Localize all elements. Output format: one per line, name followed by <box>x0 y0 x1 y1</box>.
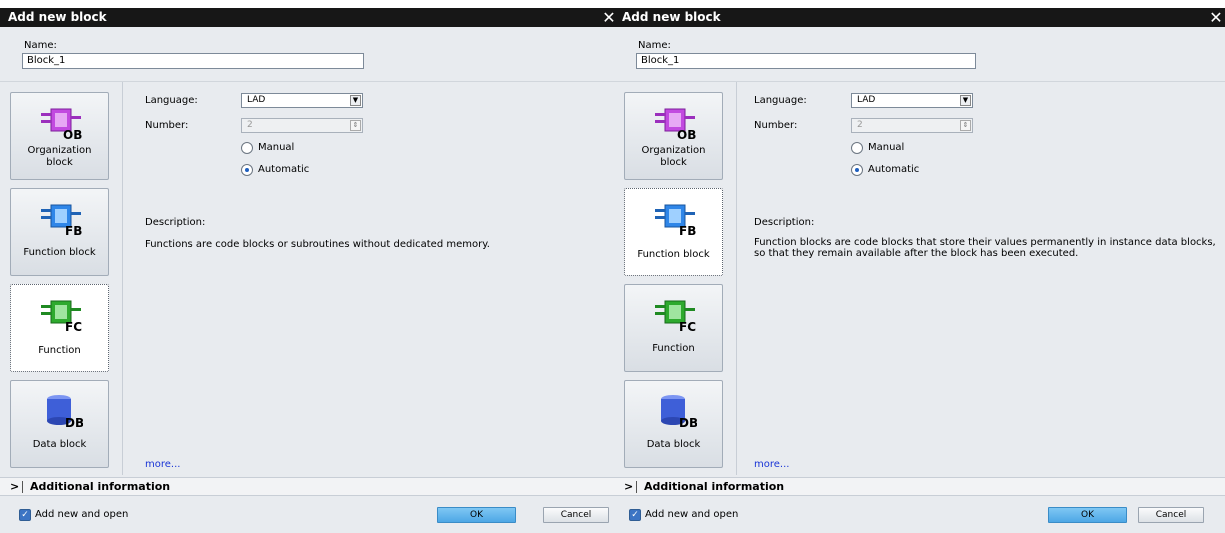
dialog-title-bar: Add new block <box>614 8 1225 27</box>
dialog-footer: ✓ Add new and open OK Cancel <box>614 496 1225 533</box>
additional-information-label: Additional information <box>644 480 785 493</box>
function-block-button[interactable]: FB Function block <box>10 188 109 276</box>
language-label: Language: <box>754 95 807 106</box>
db-icon: DB <box>47 395 83 429</box>
dialog-title: Add new block <box>8 10 107 24</box>
description-text-line2: so that they remain available after the … <box>754 248 1079 259</box>
automatic-radio[interactable] <box>851 164 863 176</box>
name-input[interactable]: Block_1 <box>636 53 976 69</box>
function-label: Function <box>38 345 81 356</box>
name-input[interactable]: Block_1 <box>22 53 364 69</box>
ok-button[interactable]: OK <box>1048 507 1127 523</box>
manual-label: Manual <box>258 142 295 153</box>
name-label: Name: <box>24 40 57 51</box>
manual-radio[interactable] <box>241 142 253 154</box>
db-icon: DB <box>661 395 697 429</box>
ob-icon: OB <box>41 108 82 141</box>
add-new-and-open-checkbox[interactable]: ✓ <box>19 509 31 521</box>
language-value: LAD <box>247 95 266 105</box>
number-value: 2 <box>857 120 863 130</box>
organization-block-label: Organization block <box>641 145 706 168</box>
function-button[interactable]: FC Function <box>10 284 109 372</box>
svg-text:DB: DB <box>65 416 83 429</box>
description-label: Description: <box>754 217 815 228</box>
organization-block-button[interactable]: OB Organization block <box>10 92 109 180</box>
divider <box>636 481 637 493</box>
function-block-label: Function block <box>637 249 710 260</box>
svg-text:OB: OB <box>677 128 696 141</box>
language-label: Language: <box>145 95 198 106</box>
ob-icon: OB <box>655 108 696 141</box>
spinner-icon: ⇕ <box>960 120 971 131</box>
automatic-radio[interactable] <box>241 164 253 176</box>
close-icon[interactable]: ✕ <box>600 8 614 27</box>
name-label: Name: <box>638 40 671 51</box>
data-block-label: Data block <box>32 439 87 450</box>
automatic-label: Automatic <box>868 164 920 175</box>
additional-information-bar[interactable]: > Additional information <box>0 477 614 496</box>
number-label: Number: <box>754 120 798 131</box>
svg-text:FB: FB <box>65 224 82 237</box>
more-link[interactable]: more... <box>754 459 789 470</box>
panel-divider <box>122 82 123 475</box>
number-field: 2 ⇕ <box>241 118 363 133</box>
organization-block-button[interactable]: OB Organization block <box>624 92 723 180</box>
additional-information-bar[interactable]: > Additional information <box>614 477 1225 496</box>
description-text: Functions are code blocks or subroutines… <box>145 239 490 250</box>
function-block-label: Function block <box>23 247 96 258</box>
manual-label: Manual <box>868 142 905 153</box>
cancel-button[interactable]: Cancel <box>543 507 609 523</box>
function-label: Function <box>652 343 695 354</box>
automatic-label: Automatic <box>258 164 310 175</box>
language-select[interactable]: LAD ▼ <box>851 93 973 108</box>
fc-icon: FC <box>655 300 696 333</box>
name-section: Name: Block_1 <box>614 27 1225 82</box>
svg-text:FB: FB <box>679 224 696 237</box>
fc-icon: FC <box>41 300 82 333</box>
dialog-title-bar: Add new block <box>0 8 614 27</box>
add-new-and-open-label: Add new and open <box>645 509 739 520</box>
chevron-down-icon[interactable]: ▼ <box>960 95 971 106</box>
manual-radio[interactable] <box>851 142 863 154</box>
add-new-block-dialog-function-block: Add new block ✕ Name: Block_1 OB Organiz… <box>614 8 1225 533</box>
dialog-footer: ✓ Add new and open OK Cancel <box>0 496 614 533</box>
svg-text:FC: FC <box>65 320 82 333</box>
organization-block-label: Organization block <box>27 145 92 168</box>
add-new-and-open-label: Add new and open <box>35 509 129 520</box>
number-label: Number: <box>145 120 189 131</box>
function-block-button[interactable]: FB Function block <box>624 188 723 276</box>
function-button[interactable]: FC Function <box>624 284 723 372</box>
chevron-right-icon[interactable]: > <box>10 478 19 495</box>
name-section: Name: Block_1 <box>0 27 614 82</box>
divider <box>22 481 23 493</box>
description-label: Description: <box>145 217 206 228</box>
more-link[interactable]: more... <box>145 459 180 470</box>
add-new-and-open-checkbox[interactable]: ✓ <box>629 509 641 521</box>
block-type-panel: OB Organization block FB Function block F… <box>614 82 736 475</box>
data-block-label: Data block <box>646 439 701 450</box>
dialog-title: Add new block <box>622 10 721 24</box>
cancel-button[interactable]: Cancel <box>1138 507 1204 523</box>
chevron-right-icon[interactable]: > <box>624 478 633 495</box>
panel-divider <box>736 82 737 475</box>
language-select[interactable]: LAD ▼ <box>241 93 363 108</box>
close-icon[interactable]: ✕ <box>1207 8 1225 27</box>
svg-text:OB: OB <box>63 128 82 141</box>
chevron-down-icon[interactable]: ▼ <box>350 95 361 106</box>
svg-text:DB: DB <box>679 416 697 429</box>
add-new-block-dialog-function: Add new block ✕ Name: Block_1 OB Organiz… <box>0 8 614 533</box>
data-block-button[interactable]: DB Data block <box>10 380 109 468</box>
additional-information-label: Additional information <box>30 480 171 493</box>
svg-text:FC: FC <box>679 320 696 333</box>
number-value: 2 <box>247 120 253 130</box>
spinner-icon: ⇕ <box>350 120 361 131</box>
data-block-button[interactable]: DB Data block <box>624 380 723 468</box>
fb-icon: FB <box>655 204 696 237</box>
block-type-panel: OB Organization block FB Function block F… <box>0 82 122 475</box>
fb-icon: FB <box>41 204 82 237</box>
ok-button[interactable]: OK <box>437 507 516 523</box>
language-value: LAD <box>857 95 876 105</box>
number-field: 2 ⇕ <box>851 118 973 133</box>
